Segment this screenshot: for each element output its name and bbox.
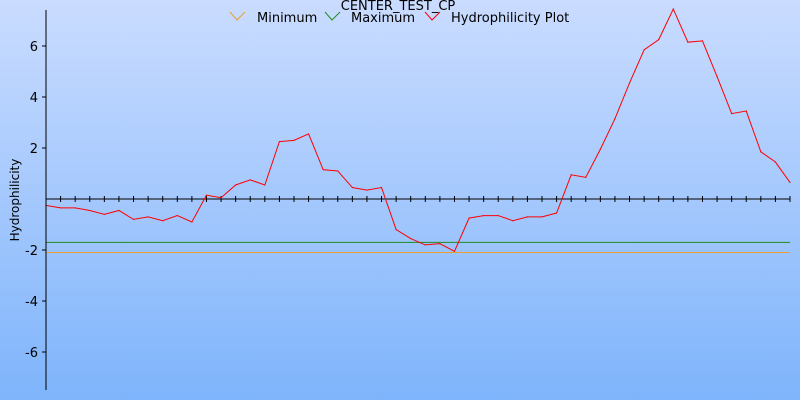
data-point xyxy=(789,181,791,184)
chart-background xyxy=(0,0,800,400)
data-point xyxy=(380,186,383,189)
data-point xyxy=(628,82,631,84)
data-point xyxy=(760,151,762,153)
data-point xyxy=(439,243,441,245)
data-point xyxy=(774,161,777,163)
data-point xyxy=(599,148,601,150)
y-tick-label: 6 xyxy=(30,40,38,55)
y-tick-label: 4 xyxy=(30,91,38,106)
data-point xyxy=(351,186,353,189)
data-point xyxy=(483,214,485,217)
data-point xyxy=(205,194,208,196)
data-point xyxy=(555,212,558,214)
data-point xyxy=(235,184,237,186)
data-point xyxy=(585,176,587,178)
data-point xyxy=(570,174,572,176)
data-point xyxy=(59,207,62,209)
data-point xyxy=(526,216,529,218)
data-point xyxy=(118,209,120,212)
data-point xyxy=(220,197,222,199)
y-tick-label: 2 xyxy=(30,142,38,157)
data-point xyxy=(74,207,76,209)
data-point xyxy=(672,8,674,10)
legend-maximum-label: Maximum xyxy=(351,11,415,26)
data-point xyxy=(307,133,310,135)
data-point xyxy=(322,169,324,171)
data-point xyxy=(147,216,149,218)
y-tick-label: -2 xyxy=(25,244,38,259)
data-point xyxy=(278,141,281,143)
data-point xyxy=(410,237,412,240)
data-point xyxy=(176,214,178,217)
y-axis-label: Hydrophilicity xyxy=(8,159,22,242)
hydrophilicity-chart: CENTER_TEST_CP Minimum Maximum Hydrophil… xyxy=(0,0,800,400)
data-point xyxy=(716,76,718,78)
data-point xyxy=(162,220,164,222)
data-point xyxy=(453,250,456,252)
data-point xyxy=(264,184,266,186)
data-point xyxy=(395,229,397,231)
data-point xyxy=(468,217,470,219)
data-point xyxy=(731,112,733,115)
legend-minimum-label: Minimum xyxy=(257,11,317,26)
data-point xyxy=(89,209,91,212)
data-point xyxy=(512,220,514,222)
data-point xyxy=(191,221,193,223)
y-tick-label: -4 xyxy=(25,295,38,310)
data-point xyxy=(687,41,689,43)
legend-hydrophilicity-label: Hydrophilicity Plot xyxy=(451,11,569,26)
data-point xyxy=(337,170,339,172)
data-point xyxy=(541,216,543,218)
data-point xyxy=(643,49,645,51)
data-point xyxy=(745,110,747,112)
data-point xyxy=(424,244,426,246)
data-point xyxy=(497,214,499,217)
data-point xyxy=(103,213,105,215)
data-point xyxy=(658,39,660,41)
data-point xyxy=(701,40,704,42)
y-tick-label: -6 xyxy=(25,346,38,361)
data-point xyxy=(366,189,368,191)
data-point xyxy=(293,139,295,141)
data-point xyxy=(249,179,251,181)
data-point xyxy=(132,218,135,220)
legend: Minimum Maximum Hydrophilicity Plot xyxy=(229,11,569,26)
data-point xyxy=(614,118,616,120)
